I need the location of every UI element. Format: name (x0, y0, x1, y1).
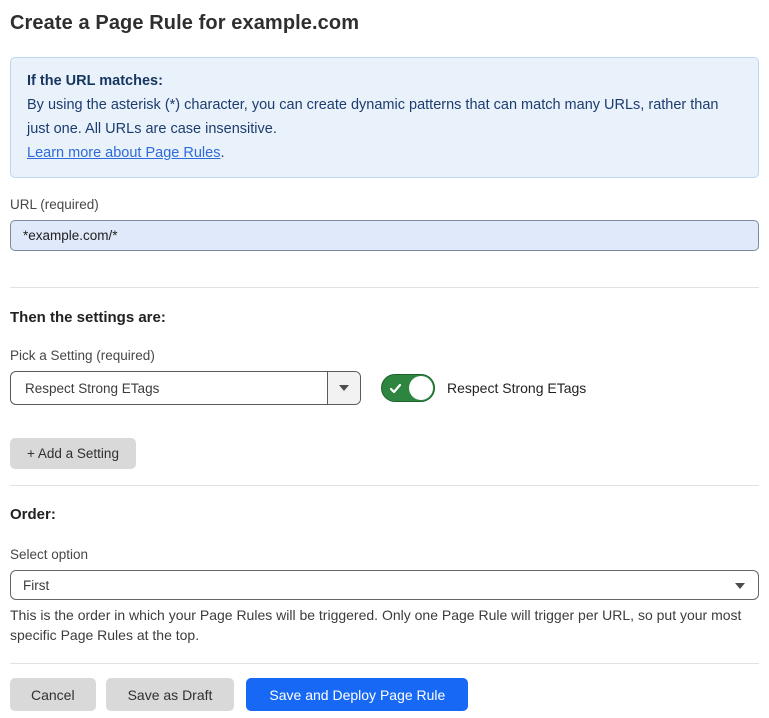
setting-select-value: Respect Strong ETags (11, 372, 327, 404)
order-select[interactable]: First (10, 570, 759, 600)
url-label: URL (required) (10, 197, 759, 212)
info-box-body: By using the asterisk (*) character, you… (27, 93, 742, 141)
page-title: Create a Page Rule for example.com (10, 12, 759, 35)
setting-select[interactable]: Respect Strong ETags (10, 371, 361, 405)
setting-row: Respect Strong ETags Respect Strong ETag… (10, 371, 759, 405)
setting-toggle[interactable] (381, 374, 435, 402)
divider (10, 485, 759, 486)
chevron-down-icon (339, 385, 349, 391)
toggle-knob (409, 376, 433, 400)
page-rule-form: Create a Page Rule for example.com If th… (0, 0, 769, 711)
divider (10, 663, 759, 664)
order-select-value: First (23, 578, 49, 593)
settings-section-heading: Then the settings are: (10, 309, 759, 326)
footer-actions: Cancel Save as Draft Save and Deploy Pag… (10, 678, 759, 711)
url-matches-info-box: If the URL matches: By using the asteris… (10, 57, 759, 178)
cancel-button[interactable]: Cancel (10, 678, 96, 711)
setting-select-arrow-button[interactable] (327, 372, 360, 404)
learn-more-link[interactable]: Learn more about Page Rules (27, 145, 220, 161)
order-section-heading: Order: (10, 506, 759, 523)
check-icon (389, 382, 402, 395)
info-box-heading: If the URL matches: (27, 69, 742, 93)
order-help-text: This is the order in which your Page Rul… (10, 605, 759, 645)
save-and-deploy-button[interactable]: Save and Deploy Page Rule (246, 678, 468, 711)
add-setting-button[interactable]: + Add a Setting (10, 438, 136, 469)
save-as-draft-button[interactable]: Save as Draft (106, 678, 235, 711)
pick-setting-label: Pick a Setting (required) (10, 348, 759, 363)
order-select-label: Select option (10, 547, 759, 562)
chevron-down-icon (735, 583, 745, 589)
info-box-link-line: Learn more about Page Rules. (27, 141, 742, 165)
url-input[interactable] (10, 220, 759, 251)
divider (10, 287, 759, 288)
toggle-label: Respect Strong ETags (447, 380, 586, 396)
link-suffix: . (220, 145, 224, 161)
